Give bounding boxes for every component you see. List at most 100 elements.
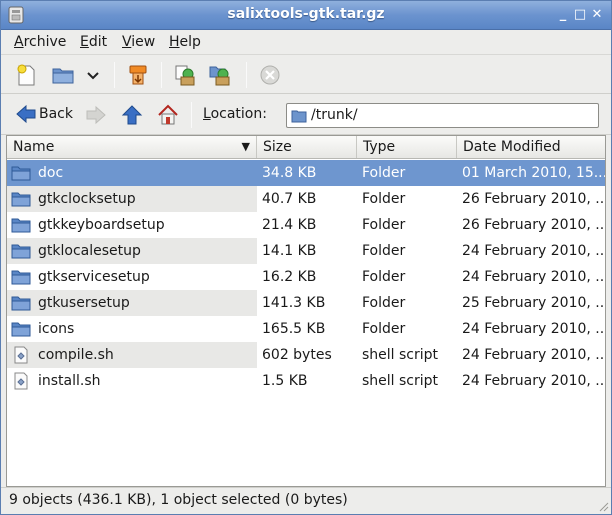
- file-size: 34.8 KB: [262, 165, 317, 181]
- file-row[interactable]: compile.sh 602 bytes shell script 24 Februa…: [7, 342, 605, 368]
- toolbar: [1, 56, 611, 94]
- file-size: 14.1 KB: [262, 243, 317, 259]
- maximize-button[interactable]: □: [572, 7, 588, 23]
- file-name: gtklocalesetup: [38, 243, 141, 259]
- menu-edit-mnemonic: E: [80, 34, 89, 50]
- column-header-type[interactable]: Type: [357, 136, 457, 158]
- file-type: Folder: [362, 269, 406, 285]
- file-date-modified: 01 March 2010, 15...: [462, 165, 605, 181]
- menu-view-label: iew: [131, 34, 156, 50]
- file-date-modified: 24 February 2010, ...: [462, 269, 605, 285]
- add-folder-icon[interactable]: [207, 62, 233, 88]
- menu-help-label: elp: [179, 34, 201, 50]
- menu-archive-label: rchive: [23, 34, 67, 50]
- menu-edit[interactable]: Edit: [80, 34, 107, 50]
- file-size: 165.5 KB: [262, 321, 326, 337]
- resize-grip-icon[interactable]: [597, 500, 609, 512]
- forward-arrow-icon[interactable]: [85, 105, 107, 125]
- file-date-modified: 25 February 2010, ...: [462, 295, 605, 311]
- file-row[interactable]: install.sh 1.5 KB shell script 24 February …: [7, 368, 605, 394]
- file-type: shell script: [362, 347, 439, 363]
- toolbar-separator: [246, 62, 247, 88]
- back-button[interactable]: Back: [15, 103, 75, 127]
- file-type: shell script: [362, 373, 439, 389]
- file-name: compile.sh: [38, 347, 114, 363]
- menu-archive[interactable]: Archive: [14, 34, 66, 50]
- file-date-modified: 24 February 2010, ...: [462, 321, 605, 337]
- close-button[interactable]: ✕: [589, 7, 605, 23]
- file-row[interactable]: gtklocalesetup 14.1 KB Folder 24 February 2…: [7, 238, 605, 264]
- file-date-modified: 26 February 2010, ...: [462, 191, 605, 207]
- home-icon[interactable]: [156, 103, 180, 127]
- menu-help-mnemonic: H: [169, 34, 180, 50]
- file-date-modified: 24 February 2010, ...: [462, 243, 605, 259]
- file-row[interactable]: doc 34.8 KB Folder 01 March 2010, 15...: [7, 160, 605, 186]
- file-row[interactable]: gtkkeyboardsetup 21.4 KB Folder 26 February…: [7, 212, 605, 238]
- file-name: icons: [38, 321, 75, 337]
- column-header-size[interactable]: Size: [257, 136, 357, 158]
- file-size: 1.5 KB: [262, 373, 308, 389]
- file-row[interactable]: gtkservicesetup 16.2 KB Folder 24 February …: [7, 264, 605, 290]
- menu-help[interactable]: Help: [169, 34, 201, 50]
- file-name: doc: [38, 165, 64, 181]
- file-name: gtkclocksetup: [38, 191, 136, 207]
- locationbar-separator: [191, 102, 192, 128]
- open-dropdown-icon[interactable]: [81, 62, 105, 88]
- file-type: Folder: [362, 243, 406, 259]
- new-archive-icon[interactable]: [13, 62, 39, 88]
- status-bar: 9 objects (436.1 KB), 1 object selected …: [1, 487, 611, 514]
- file-row[interactable]: icons 165.5 KB Folder 24 February 2010, ...: [7, 316, 605, 342]
- minimize-button[interactable]: _: [555, 7, 571, 23]
- file-type: Folder: [362, 165, 406, 181]
- archive-manager-window: salixtools-gtk.tar.gz _ □ ✕ Archive Edit…: [0, 0, 612, 515]
- file-name: gtkservicesetup: [38, 269, 150, 285]
- folder-icon: [291, 110, 307, 123]
- file-row[interactable]: gtkusersetup 141.3 KB Folder 25 February 20…: [7, 290, 605, 316]
- column-date-label: Date Modified: [463, 139, 561, 155]
- location-value: /trunk/: [311, 107, 358, 123]
- menu-bar: Archive Edit View Help: [1, 30, 611, 55]
- column-size-label: Size: [263, 139, 292, 155]
- toolbar-separator: [114, 62, 115, 88]
- menu-edit-label: dit: [88, 34, 108, 50]
- window-title: salixtools-gtk.tar.gz: [227, 6, 385, 22]
- sort-descending-icon: ▼: [241, 140, 250, 153]
- column-type-label: Type: [363, 139, 396, 155]
- file-size: 602 bytes: [262, 347, 332, 363]
- location-label: Location:: [203, 106, 267, 122]
- file-size: 40.7 KB: [262, 191, 317, 207]
- file-date-modified: 26 February 2010, ...: [462, 217, 605, 233]
- toolbar-separator: [161, 62, 162, 88]
- file-type: Folder: [362, 321, 406, 337]
- file-date-modified: 24 February 2010, ...: [462, 347, 605, 363]
- menu-view-mnemonic: V: [122, 34, 132, 50]
- file-row[interactable]: gtkclocksetup 40.7 KB Folder 26 February 20…: [7, 186, 605, 212]
- status-text: 9 objects (436.1 KB), 1 object selected …: [9, 492, 348, 508]
- file-name: gtkusersetup: [38, 295, 130, 311]
- file-name: install.sh: [38, 373, 101, 389]
- column-name-label: Name: [13, 139, 55, 155]
- file-list[interactable]: Name ▼ Size Type Date Modified doc 34.8 K…: [6, 135, 606, 487]
- stop-icon[interactable]: [257, 62, 283, 88]
- file-list-header: Name ▼ Size Type Date Modified: [7, 136, 605, 159]
- file-size: 16.2 KB: [262, 269, 317, 285]
- file-type: Folder: [362, 295, 406, 311]
- column-header-name[interactable]: Name ▼: [7, 136, 257, 158]
- column-header-date-modified[interactable]: Date Modified: [457, 136, 605, 158]
- location-bar: Back Location: /trunk/: [1, 95, 611, 135]
- file-date-modified: 24 February 2010, ...: [462, 373, 605, 389]
- title-bar[interactable]: salixtools-gtk.tar.gz _ □ ✕: [1, 1, 611, 30]
- file-size: 141.3 KB: [262, 295, 326, 311]
- up-arrow-icon[interactable]: [121, 104, 143, 126]
- back-arrow-icon: [16, 104, 36, 124]
- file-type: Folder: [362, 191, 406, 207]
- extract-icon[interactable]: [125, 62, 151, 88]
- location-field[interactable]: /trunk/: [286, 103, 599, 128]
- add-files-icon[interactable]: [172, 62, 198, 88]
- file-type: Folder: [362, 217, 406, 233]
- file-name: gtkkeyboardsetup: [38, 217, 165, 233]
- menu-archive-mnemonic: A: [14, 34, 24, 50]
- menu-view[interactable]: View: [122, 34, 155, 50]
- back-label: Back: [39, 106, 73, 122]
- open-archive-icon[interactable]: [50, 62, 76, 88]
